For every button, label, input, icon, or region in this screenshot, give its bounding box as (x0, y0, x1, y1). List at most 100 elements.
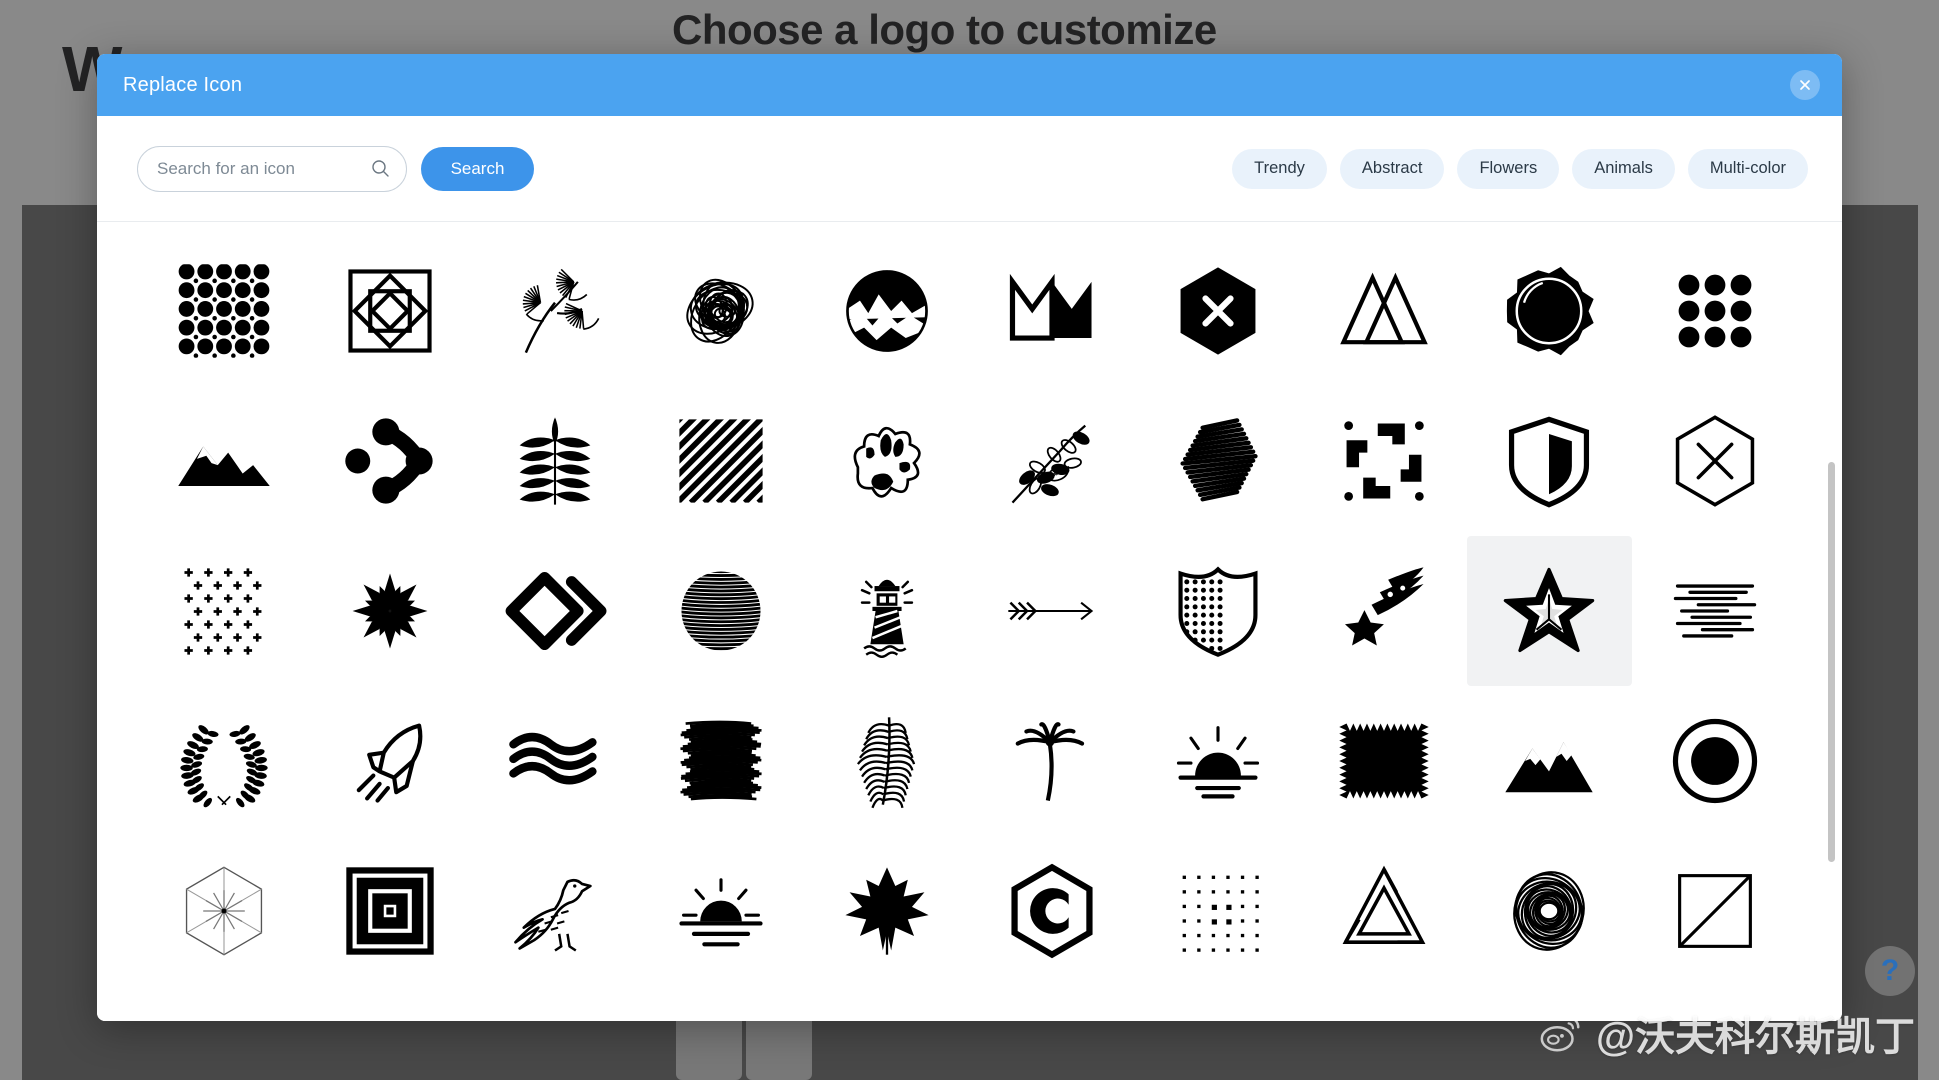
icon-cell-lighthouse[interactable] (804, 536, 970, 686)
icon-cell-maple-leaf[interactable] (804, 836, 970, 986)
search-button[interactable]: Search (421, 146, 534, 191)
icon-grid-scroll-area (97, 222, 1842, 1021)
icon-cell-concentric-squares[interactable] (307, 836, 473, 986)
category-pill-flowers[interactable]: Flowers (1457, 148, 1560, 189)
page-root: W Choose a logo to customize Replace Ico… (0, 0, 1939, 1080)
icon-cell-starburst-flower[interactable] (307, 536, 473, 686)
icon-cell-motion-lines[interactable] (1632, 536, 1798, 686)
replace-icon-modal: Replace Icon Search for an icon Search T… (97, 54, 1842, 1021)
category-filter-list: Trendy Abstract Flowers Animals Multi-co… (1232, 148, 1808, 189)
fern-leaf-icon (503, 409, 607, 513)
category-pill-animals[interactable]: Animals (1572, 148, 1675, 189)
hatch-scribble-icon (1166, 409, 1270, 513)
icon-cell-zigzag-square[interactable] (1301, 686, 1467, 836)
icon-cell-crown[interactable] (969, 236, 1135, 386)
hexagon-x-filled-icon (1166, 259, 1270, 363)
search-input[interactable] (138, 158, 406, 179)
wax-seal-icon (1497, 259, 1601, 363)
pinwheel-arrows-icon (1332, 409, 1436, 513)
abstract-blob-icon (835, 409, 939, 513)
icon-cell-diamond-chevron[interactable] (472, 536, 638, 686)
icon-cell-fletched-arrow[interactable] (969, 536, 1135, 686)
icon-cell-scribble-circle[interactable] (1467, 836, 1633, 986)
hexagon-c-icon (1000, 859, 1104, 963)
icon-cell-shield-half[interactable] (1467, 386, 1633, 536)
scribble-ball-icon (669, 259, 773, 363)
sunrise-rays-icon (1166, 709, 1270, 813)
dot-matrix-icon (1166, 859, 1270, 963)
maple-leaf-icon (835, 859, 939, 963)
icon-cell-hexagon-c[interactable] (969, 836, 1135, 986)
category-pill-abstract[interactable]: Abstract (1339, 148, 1445, 189)
botanical-branch-icon (1000, 409, 1104, 513)
snow-mountains-icon (1497, 709, 1601, 813)
icon-cell-hexagon-x-outline[interactable] (1632, 386, 1798, 536)
search-group: Search (137, 145, 534, 192)
hexagon-radial-icon (172, 859, 276, 963)
icon-cell-nine-dot-grid[interactable] (1632, 236, 1798, 386)
ink-scribble-icon (669, 709, 773, 813)
leaf-sprig-icon (503, 259, 607, 363)
motion-lines-icon (1663, 559, 1767, 663)
waves-icon (503, 709, 607, 813)
eagle-icon (503, 859, 607, 963)
icon-cell-botanical-branch[interactable] (969, 386, 1135, 536)
icon-cell-ink-scribble[interactable] (638, 686, 804, 836)
icon-cell-sunset[interactable] (638, 836, 804, 986)
icon-cell-striped-sphere[interactable] (638, 536, 804, 686)
icon-cell-shooting-star[interactable] (1301, 536, 1467, 686)
icon-cell-hand-drawn-star[interactable] (1466, 536, 1633, 686)
icon-cell-mountain-range[interactable] (141, 386, 307, 536)
dot-pattern-icon (172, 259, 276, 363)
modal-toolbar: Search Trendy Abstract Flowers Animals M… (97, 116, 1842, 222)
search-box[interactable] (137, 145, 407, 192)
search-icon[interactable] (370, 159, 390, 179)
scribble-circle-icon (1497, 859, 1601, 963)
grid-scrollbar-thumb[interactable] (1828, 462, 1835, 862)
shooting-star-icon (1332, 559, 1436, 663)
icon-cell-hexagon-radial[interactable] (141, 836, 307, 986)
icon-cell-pinwheel-arrows[interactable] (1301, 386, 1467, 536)
icon-cell-split-square[interactable] (1632, 836, 1798, 986)
icon-cell-sunrise-rays[interactable] (1135, 686, 1301, 836)
circle-crescent-icon (1663, 709, 1767, 813)
icon-cell-eagle[interactable] (472, 836, 638, 986)
concentric-squares-icon (338, 859, 442, 963)
category-pill-trendy[interactable]: Trendy (1232, 148, 1327, 189)
icon-cell-molecule-node[interactable] (307, 386, 473, 536)
help-button[interactable]: ? (1865, 946, 1915, 996)
nested-squares-icon (338, 259, 442, 363)
zigzag-square-icon (1332, 709, 1436, 813)
icon-cell-circle-crescent[interactable] (1632, 686, 1798, 836)
icon-cell-diagonal-stripes[interactable] (638, 386, 804, 536)
icon-cell-laurel-wreath[interactable] (141, 686, 307, 836)
icon-cell-penrose-triangle[interactable] (1301, 836, 1467, 986)
modal-title: Replace Icon (123, 73, 243, 96)
icon-cell-scribble-ball[interactable] (638, 236, 804, 386)
category-pill-multi-color[interactable]: Multi-color (1687, 148, 1808, 189)
icon-cell-waves[interactable] (472, 686, 638, 836)
icon-cell-wax-seal[interactable] (1467, 236, 1633, 386)
icon-cell-palm-tree[interactable] (969, 686, 1135, 836)
icon-cell-plus-grid[interactable] (141, 536, 307, 686)
starburst-flower-icon (338, 559, 442, 663)
icon-cell-dot-pattern[interactable] (141, 236, 307, 386)
icon-cell-hatch-scribble[interactable] (1135, 386, 1301, 536)
icon-cell-rocket[interactable] (307, 686, 473, 836)
icon-cell-fern-leaf[interactable] (472, 386, 638, 536)
close-icon[interactable] (1790, 70, 1820, 100)
icon-cell-dotted-shield[interactable] (1135, 536, 1301, 686)
icon-cell-dot-matrix[interactable] (1135, 836, 1301, 986)
molecule-node-icon (338, 409, 442, 513)
icon-cell-nested-squares[interactable] (307, 236, 473, 386)
icon-cell-leaf-sprig[interactable] (472, 236, 638, 386)
modal-header: Replace Icon (97, 54, 1842, 116)
diamond-chevron-icon (503, 559, 607, 663)
icon-cell-twin-triangles[interactable] (1301, 236, 1467, 386)
icon-cell-abstract-blob[interactable] (804, 386, 970, 536)
icon-cell-palm-frond[interactable] (804, 686, 970, 836)
icon-cell-hexagon-x-filled[interactable] (1135, 236, 1301, 386)
dotted-shield-icon (1166, 559, 1270, 663)
icon-cell-snow-mountains[interactable] (1467, 686, 1633, 836)
icon-cell-circle-landscape[interactable] (804, 236, 970, 386)
